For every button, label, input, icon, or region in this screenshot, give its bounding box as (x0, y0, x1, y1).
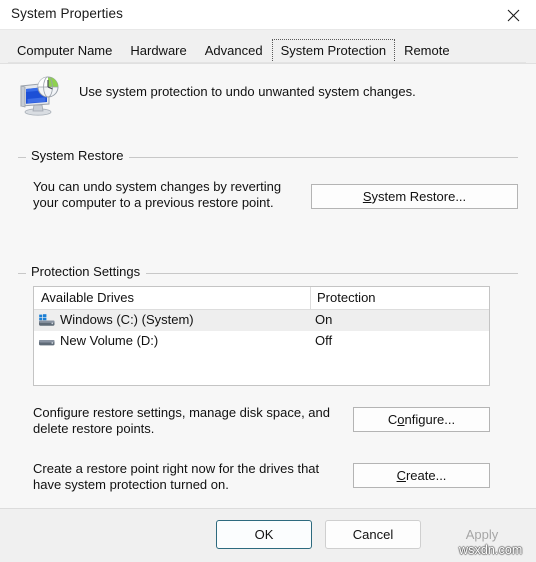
cancel-button[interactable]: Cancel (325, 520, 421, 549)
system-restore-button-accel: S (362, 189, 372, 204)
table-row[interactable]: Windows (C:) (System) On (34, 310, 489, 331)
configure-button-prefix: C (387, 412, 398, 427)
listview-header: Available Drives Protection (34, 287, 489, 310)
tab-advanced[interactable]: Advanced (196, 39, 272, 63)
available-drives-listview[interactable]: Available Drives Protection Windows (C:)… (33, 286, 490, 386)
system-protection-computer-icon (18, 75, 62, 117)
configure-description: Configure restore settings, manage disk … (33, 405, 353, 437)
hard-drive-icon (38, 335, 56, 348)
system-restore-description-line2: your computer to a previous restore poin… (33, 195, 274, 210)
protection-header-description: Use system protection to undo unwanted s… (79, 84, 416, 99)
close-icon (507, 9, 520, 21)
protection-header: Use system protection to undo unwanted s… (0, 70, 536, 122)
window-title: System Properties (11, 6, 123, 21)
system-restore-group-label: System Restore (26, 148, 130, 163)
system-restore-button[interactable]: System Restore... (311, 184, 518, 209)
protection-settings-group-label: Protection Settings (26, 264, 147, 279)
create-description-line1: Create a restore point right now for the… (33, 461, 320, 476)
tab-remote[interactable]: Remote (395, 39, 459, 63)
drive-name: Windows (C:) (System) (60, 312, 194, 327)
ok-button[interactable]: OK (216, 520, 312, 549)
drive-protection-status: On (315, 312, 333, 327)
tab-hardware[interactable]: Hardware (121, 39, 195, 63)
tab-strip: Computer Name Hardware Advanced System P… (0, 30, 536, 63)
apply-button: Apply (434, 520, 530, 549)
title-bar: System Properties (0, 0, 536, 30)
column-header-protection[interactable]: Protection (317, 290, 376, 305)
system-restore-button-label: ystem Restore... (371, 189, 467, 204)
tab-computer-name[interactable]: Computer Name (8, 39, 121, 63)
create-description: Create a restore point right now for the… (33, 461, 363, 493)
configure-button-label: nfigure... (404, 412, 456, 427)
system-restore-group: System Restore (18, 148, 518, 163)
close-button[interactable] (491, 0, 536, 30)
configure-description-line2: delete restore points. (33, 421, 155, 436)
system-restore-description: You can undo system changes by reverting… (33, 179, 303, 211)
drive-name: New Volume (D:) (60, 333, 159, 348)
column-separator[interactable] (310, 287, 311, 309)
dialog-footer: OK Cancel Apply (0, 509, 536, 562)
system-properties-dialog: System Properties Computer Name Hardware… (0, 0, 536, 562)
configure-description-line1: Configure restore settings, manage disk … (33, 405, 331, 420)
create-button-accel: C (396, 468, 406, 483)
column-header-available-drives[interactable]: Available Drives (41, 290, 134, 305)
tab-content-pane: Use system protection to undo unwanted s… (0, 63, 536, 509)
configure-button[interactable]: Configure... (353, 407, 490, 432)
create-button-label: reate... (405, 468, 447, 483)
tab-system-protection[interactable]: System Protection (271, 39, 396, 63)
protection-settings-group: Protection Settings (18, 264, 518, 279)
configure-button-accel: o (397, 412, 405, 427)
create-description-line2: have system protection turned on. (33, 477, 229, 492)
table-row[interactable]: New Volume (D:) Off (34, 331, 489, 352)
create-button[interactable]: Create... (353, 463, 490, 488)
system-restore-description-line1: You can undo system changes by reverting (33, 179, 282, 194)
drive-protection-status: Off (315, 333, 333, 348)
windows-system-drive-icon (38, 314, 56, 327)
tab-list: Computer Name Hardware Advanced System P… (8, 39, 459, 63)
